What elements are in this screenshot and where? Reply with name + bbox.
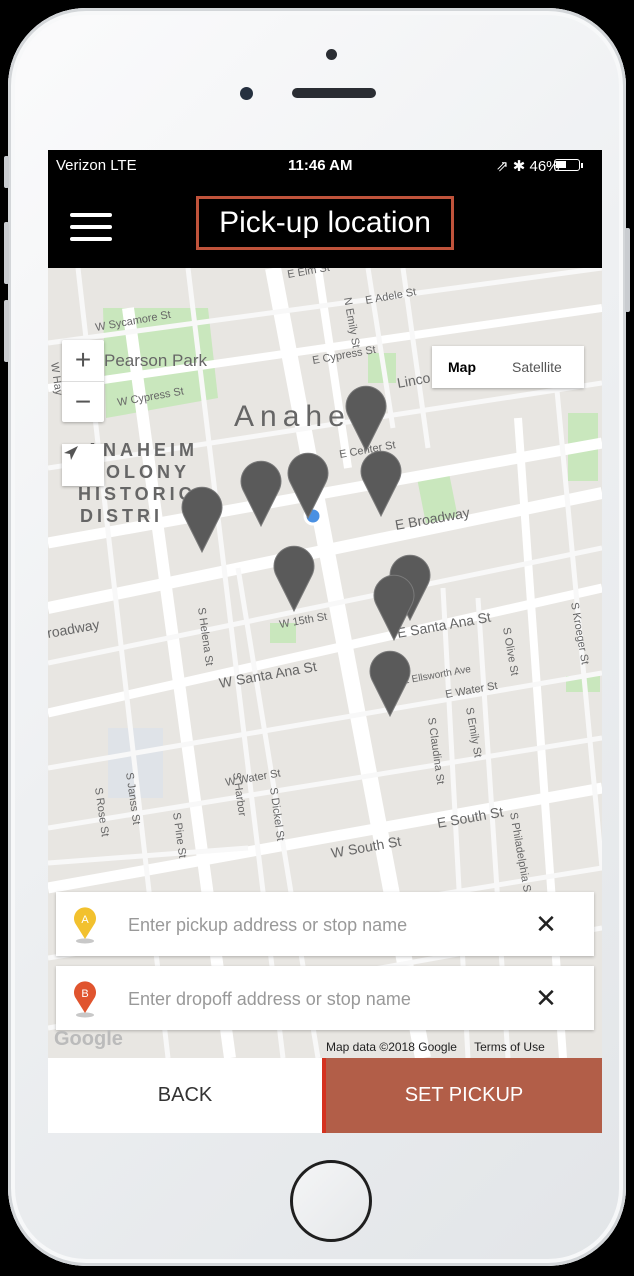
district-label: OLONY [106,462,190,482]
pickup-address-row: A ✕ [56,892,594,956]
map-type-toggle: Map Satellite [432,346,584,388]
back-button[interactable]: BACK [48,1058,322,1133]
page-title: Pick-up location [219,206,431,239]
stop-marker[interactable] [273,545,315,613]
stop-marker[interactable] [240,460,282,528]
earpiece-speaker [292,88,376,98]
street-label: roadway [48,616,101,641]
battery-percent: ⇗ ✱ 46% [496,158,560,175]
power-button [625,228,630,312]
volume-down-button [4,300,9,362]
street-label: E Ellsworth Ave [402,664,473,687]
zoom-in-button[interactable]: + [62,340,104,380]
front-camera [240,87,253,100]
clear-dropoff-icon[interactable]: ✕ [526,980,566,1016]
mute-switch [4,156,9,188]
dropoff-badge: B [81,988,88,1000]
hamburger-menu-icon[interactable] [70,213,114,243]
status-time: 11:46 AM [288,157,353,174]
dropoff-pin-icon: B [74,981,96,1018]
park-label: Pearson Park [104,351,207,370]
stop-marker[interactable] [181,486,223,554]
street-label: S Olive St [500,626,520,676]
city-label: Anahe [234,400,351,433]
google-logo: Google [54,1028,123,1050]
set-pickup-button[interactable]: SET PICKUP [322,1058,602,1133]
street-label: S Rose St [92,787,111,838]
pickup-pin-icon: A [74,907,96,944]
battery-nub [581,163,583,168]
home-button[interactable] [290,1160,372,1242]
map-type-satellite[interactable]: Satellite [512,359,562,375]
map-attribution: Map data ©2018 Google Terms of Use [326,1040,559,1054]
carrier-label: Verizon LTE [56,157,137,174]
zoom-control: + − [62,340,104,422]
map-view[interactable]: W Sycamore St W Cypress St E Cypress St … [48,268,602,1058]
page-title-box: Pick-up location [196,196,454,250]
dropoff-address-row: B ✕ [56,966,594,1030]
street-label: S Helena St [195,607,215,667]
app-header: Pick-up location [48,180,602,268]
district-label: HISTORIC [78,484,196,504]
street-label: E Elm St [286,268,330,281]
phone-screen: Verizon LTE 11:46 AM ⇗ ✱ 46% Pick-up loc… [48,150,602,1133]
pickup-badge: A [81,914,89,926]
location-arrow-icon [64,446,78,460]
proximity-sensor [326,49,337,60]
street-label: N Emily St [341,296,362,349]
street-label: Linco [396,369,432,391]
street-label: S Dickel St [267,787,286,842]
terms-of-use-link[interactable]: Terms of Use [474,1040,545,1054]
bottom-action-bar: BACK SET PICKUP [48,1058,602,1133]
street-label: S Kroeger St [568,601,591,665]
dropoff-address-input[interactable] [126,980,520,1018]
locate-me-button[interactable] [62,444,104,486]
stop-marker[interactable] [360,450,402,518]
clear-pickup-icon[interactable]: ✕ [526,906,566,942]
volume-up-button [4,222,9,284]
battery-icon [554,159,580,171]
district-label: DISTRI [80,506,163,526]
street-label: S Claudina St [425,717,446,785]
street-label: S Emily St [463,706,484,758]
zoom-out-button[interactable]: − [62,381,104,422]
status-bar: Verizon LTE 11:46 AM ⇗ ✱ 46% [48,150,602,180]
map-data-credit: Map data ©2018 Google [326,1040,457,1054]
map-type-map[interactable]: Map [448,359,476,375]
pickup-address-input[interactable] [126,906,520,944]
